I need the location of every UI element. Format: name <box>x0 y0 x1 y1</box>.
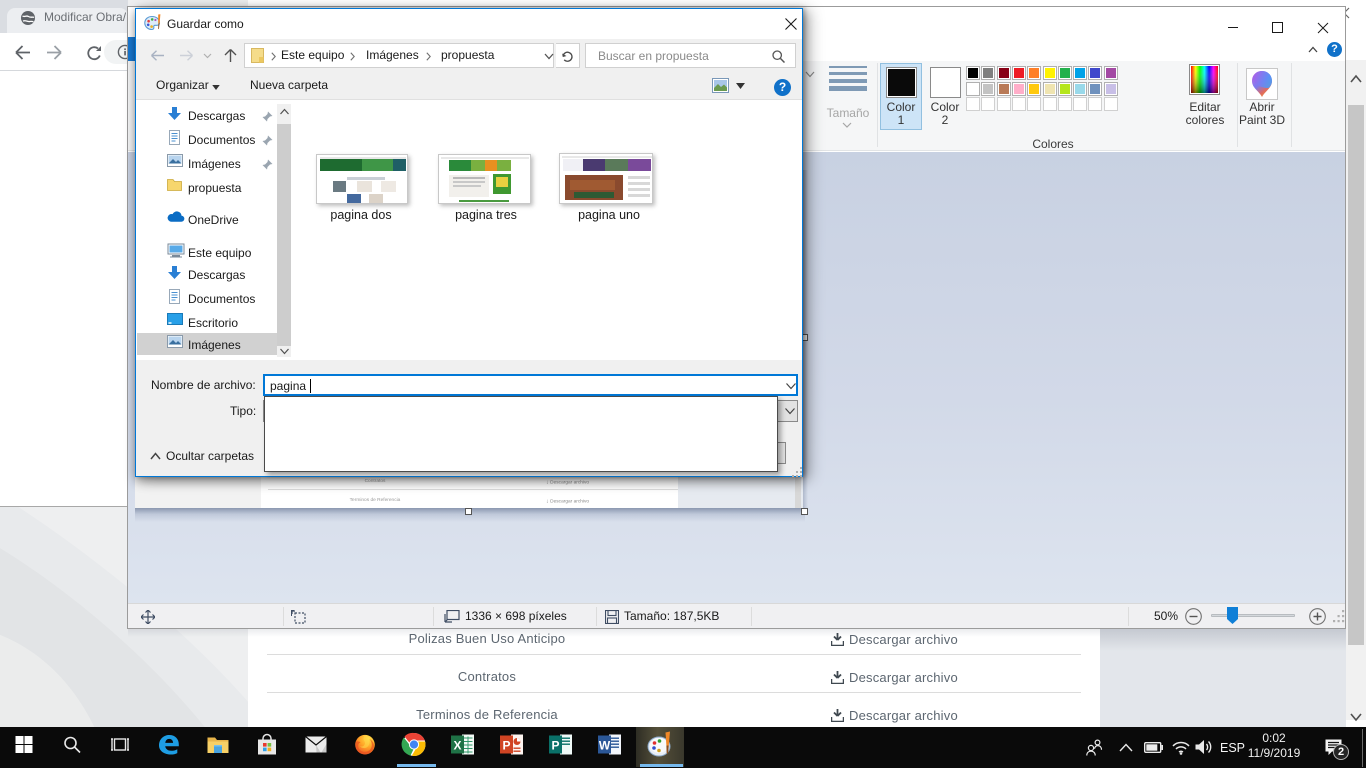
svg-text:P: P <box>551 739 559 753</box>
svg-text:W: W <box>599 739 611 753</box>
svg-text:X: X <box>453 739 461 753</box>
svg-text:P: P <box>502 739 510 753</box>
